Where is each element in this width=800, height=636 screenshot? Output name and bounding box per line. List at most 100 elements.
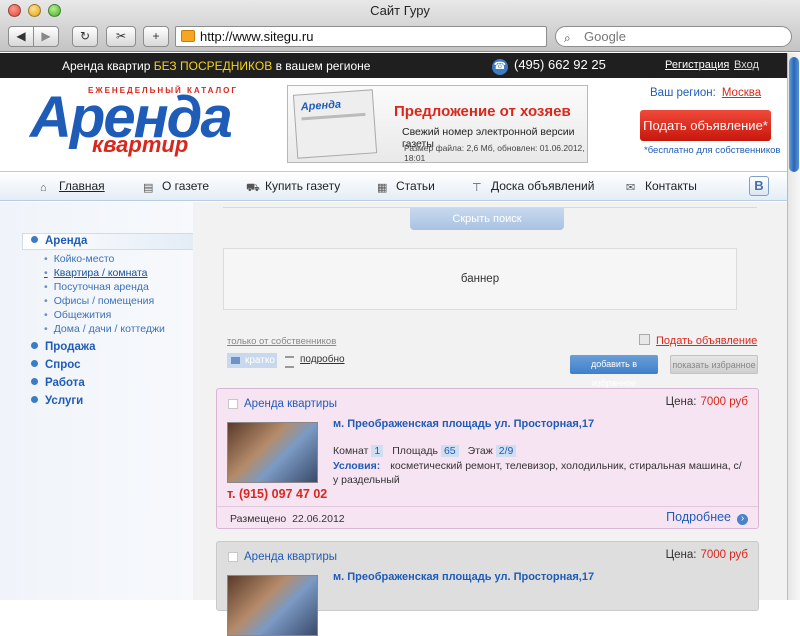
minimize-window-button[interactable] bbox=[28, 4, 41, 17]
nav-label: Контакты bbox=[645, 179, 697, 193]
listing-title[interactable]: Аренда квартиры bbox=[244, 398, 337, 410]
add-to-favorites-button[interactable]: добавить в избранное bbox=[570, 355, 658, 388]
rooms-label: Комнат bbox=[333, 445, 369, 457]
slogan: Аренда квартир БЕЗ ПОСРЕДНИКОВ в вашем р… bbox=[62, 59, 370, 73]
slogan-text: Аренда квартир bbox=[62, 59, 154, 73]
nav-item-about[interactable]: ▤ О газете bbox=[143, 179, 209, 194]
newspaper-title: Аренда bbox=[300, 98, 342, 114]
reload-icon: ↻ bbox=[79, 29, 91, 43]
sidebar-subitem-offices[interactable]: Офисы / помещения bbox=[44, 295, 155, 307]
view-detailed-toggle[interactable]: подробно bbox=[285, 354, 345, 368]
newspaper-icon: Аренда bbox=[292, 89, 378, 159]
sidebar-subitem-dorms[interactable]: Общежития bbox=[44, 309, 112, 321]
close-window-button[interactable] bbox=[8, 4, 21, 17]
phone-number: ☎ (495) 662 92 25 bbox=[492, 57, 606, 75]
sidebar-item-services[interactable]: Услуги bbox=[31, 395, 83, 407]
register-link[interactable]: Регистрация bbox=[665, 59, 729, 71]
login-link[interactable]: Вход bbox=[734, 59, 759, 71]
divider bbox=[217, 506, 758, 507]
listing-posted: Размещено 22.06.2012 bbox=[230, 513, 345, 525]
add-bookmark-button[interactable]: + bbox=[143, 26, 169, 47]
banner-title: Предложение от хозяев bbox=[394, 103, 571, 120]
listing-photo[interactable] bbox=[227, 422, 318, 483]
price-value: 7000 руб bbox=[700, 396, 748, 408]
area-value: 65 bbox=[440, 445, 459, 457]
region-label: Ваш регион: bbox=[650, 87, 716, 99]
sidebar-item-sale[interactable]: Продажа bbox=[31, 341, 96, 353]
listing-address: м. Преображенская площадь ул. Просторная… bbox=[333, 571, 595, 583]
search-placeholder: Google bbox=[584, 29, 626, 44]
plus-icon: + bbox=[152, 29, 160, 43]
sidebar-subitem-houses[interactable]: Дома / дачи / коттеджи bbox=[44, 323, 165, 335]
add-ad-link[interactable]: Подать объявление bbox=[639, 334, 757, 347]
nav-label: О газете bbox=[162, 179, 209, 193]
top-strip: Аренда квартир БЕЗ ПОСРЕДНИКОВ в вашем р… bbox=[0, 53, 787, 78]
phone-icon: ☎ bbox=[492, 59, 508, 75]
sidebar-item-rent[interactable]: Аренда bbox=[31, 235, 87, 247]
bookmark-icon: ✂ bbox=[115, 29, 127, 43]
owners-only-filter[interactable]: только от собственников bbox=[227, 336, 336, 347]
back-icon: ◀ bbox=[16, 29, 26, 43]
cart-icon: ⛟ bbox=[246, 182, 260, 194]
post-ad-note: *бесплатно для собственников bbox=[644, 145, 781, 156]
zoom-window-button[interactable] bbox=[48, 4, 61, 17]
region-link[interactable]: Москва bbox=[722, 87, 761, 99]
back-button[interactable]: ◀ bbox=[8, 26, 34, 47]
browser-search-input[interactable]: ⌕ Google bbox=[555, 26, 792, 47]
ad-icon bbox=[639, 334, 650, 345]
posted-label: Размещено bbox=[230, 513, 287, 525]
sidebar-item-work[interactable]: Работа bbox=[31, 377, 85, 389]
slogan-highlight: БЕЗ ПОСРЕДНИКОВ bbox=[153, 59, 273, 73]
post-ad-button[interactable]: Подать объявление* bbox=[640, 110, 771, 141]
nav-item-buy[interactable]: ⛟ Купить газету bbox=[246, 179, 340, 194]
favicon-icon bbox=[181, 30, 195, 42]
forward-icon: ▶ bbox=[41, 29, 51, 43]
listing-phone: т. (915) 097 47 02 bbox=[227, 487, 328, 501]
board-icon: ⊤ bbox=[472, 182, 482, 194]
view-brief-toggle[interactable]: кратко bbox=[227, 353, 277, 368]
listing-more-link[interactable]: Подробнее bbox=[666, 510, 748, 525]
listing-params: Комнат 1 Площадь 65 Этаж 2/9 bbox=[333, 445, 525, 457]
nav-item-contacts[interactable]: ✉ Контакты bbox=[626, 179, 697, 194]
reload-button[interactable]: ↻ bbox=[72, 26, 98, 47]
sidebar: Аренда Койко-место Квартира / комната По… bbox=[0, 202, 193, 600]
newspaper-banner[interactable]: Аренда Предложение от хозяев Свежий номе… bbox=[287, 85, 588, 163]
price-value: 7000 руб bbox=[700, 549, 748, 561]
phone-text: (495) 662 92 25 bbox=[514, 57, 606, 72]
nav-item-home[interactable]: ⌂ Главная bbox=[40, 179, 105, 194]
sidebar-subitem-bed[interactable]: Койко-место bbox=[44, 253, 115, 265]
main-nav: ⌂ Главная ▤ О газете ⛟ Купить газету ▦ Стать… bbox=[0, 171, 787, 201]
vk-icon[interactable]: B bbox=[749, 176, 769, 196]
floor-label: Этаж bbox=[467, 445, 493, 457]
forward-button[interactable]: ▶ bbox=[33, 26, 59, 47]
listing-photo[interactable] bbox=[227, 575, 318, 636]
page-scrollbar[interactable] bbox=[787, 53, 800, 600]
scrollbar-thumb[interactable] bbox=[789, 57, 799, 172]
sidebar-item-demand[interactable]: Спрос bbox=[31, 359, 81, 371]
sidebar-subitem-apartment[interactable]: Квартира / комната bbox=[44, 267, 148, 279]
browser-chrome: Сайт Гуру ◀ ▶ ↻ ✂ + http://www.sitegu.ru… bbox=[0, 0, 800, 52]
url-text: http://www.sitegu.ru bbox=[200, 29, 314, 44]
logo-subtitle: ЕЖЕНЕДЕЛЬНЫЙ КАТАЛОГ bbox=[88, 86, 238, 95]
window-title: Сайт Гуру bbox=[370, 3, 430, 18]
bookmark-button[interactable]: ✂ bbox=[106, 26, 136, 47]
sidebar-subitem-daily[interactable]: Посуточная аренда bbox=[44, 281, 149, 293]
listing-card: Аренда квартиры Цена: 7000 руб м. Преобра… bbox=[216, 388, 759, 529]
listing-price: Цена: 7000 руб bbox=[666, 396, 748, 408]
newspaper-icon: ▤ bbox=[143, 182, 154, 194]
listing-title[interactable]: Аренда квартиры bbox=[244, 551, 337, 563]
ad-banner-placeholder: баннер bbox=[223, 248, 737, 310]
banner-file-info: Размер файла: 2,6 Мб, обновлен: 01.06.20… bbox=[404, 143, 585, 163]
hide-search-button[interactable]: Скрыть поиск bbox=[410, 208, 564, 230]
nav-item-board[interactable]: ⊤ Доска объявлений bbox=[472, 179, 595, 194]
nav-label: Доска объявлений bbox=[491, 179, 595, 193]
nav-item-articles[interactable]: ▦ Статьи bbox=[377, 179, 435, 194]
show-favorites-button[interactable]: показать избранное bbox=[670, 355, 758, 374]
listing-checkbox[interactable] bbox=[228, 552, 238, 562]
listing-card: Аренда квартиры Цена: 7000 руб м. Преобра… bbox=[216, 541, 759, 636]
listing-address: м. Преображенская площадь ул. Просторная… bbox=[333, 418, 595, 430]
address-bar[interactable]: http://www.sitegu.ru bbox=[175, 26, 547, 47]
listing-checkbox[interactable] bbox=[228, 399, 238, 409]
main-content: Скрыть поиск баннер только от собственни… bbox=[193, 202, 787, 636]
site-header: Аренда ЕЖЕНЕДЕЛЬНЫЙ КАТАЛОГ квартир Арен… bbox=[0, 78, 787, 168]
